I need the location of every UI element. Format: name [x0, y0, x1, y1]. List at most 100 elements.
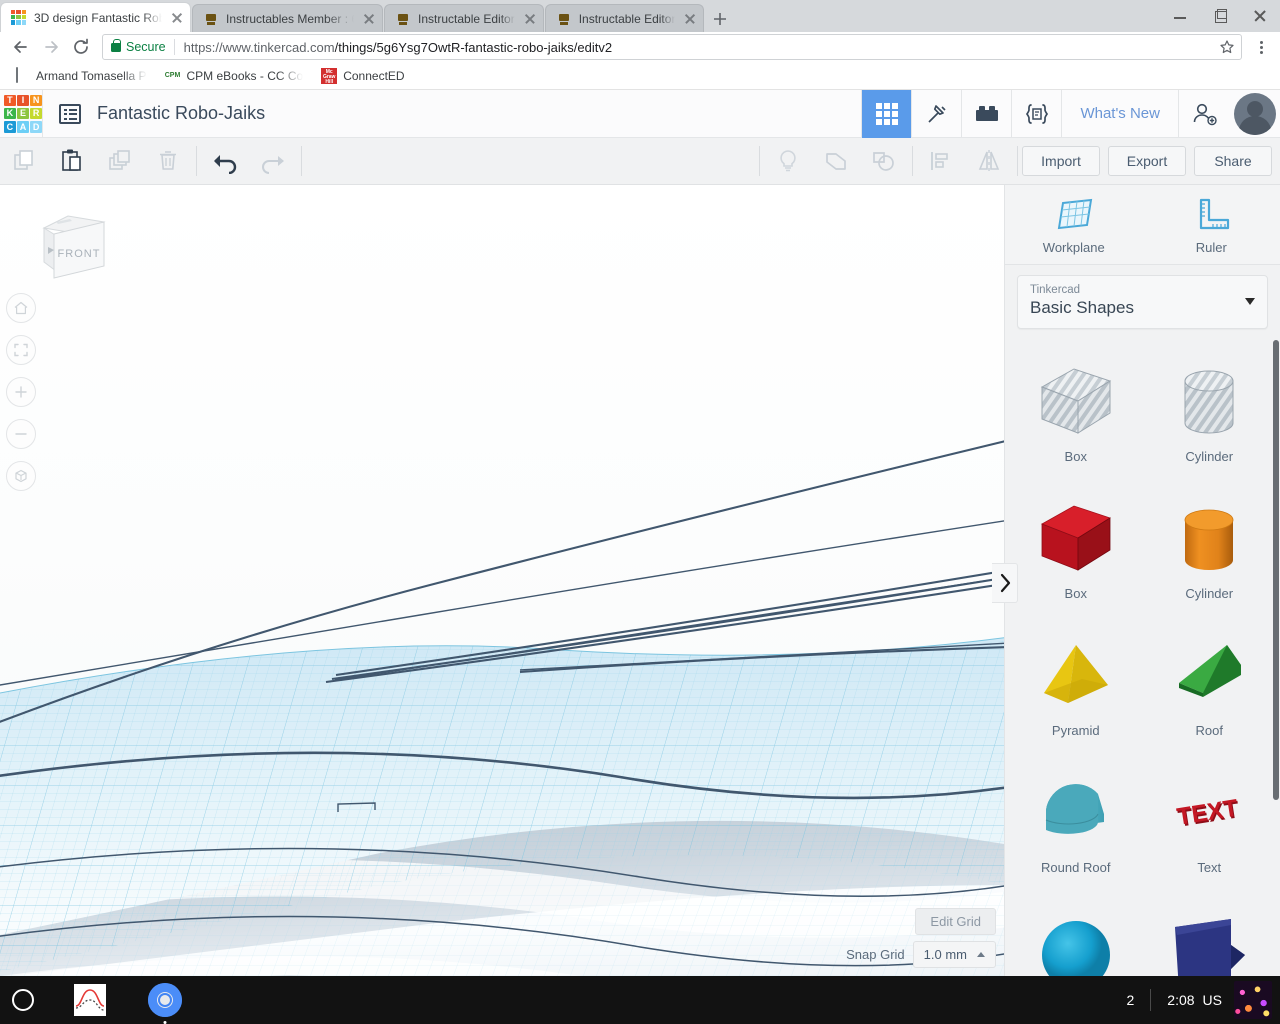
edit-grid-button[interactable]: Edit Grid [915, 908, 996, 935]
lego-brick-icon[interactable] [961, 89, 1011, 138]
bookmark-item[interactable]: Armand Tomasella P [8, 66, 153, 86]
panel-scrollbar-thumb[interactable] [1273, 340, 1279, 800]
chromeos-launcher-icon[interactable] [12, 989, 34, 1011]
language-indicator[interactable]: US [1203, 992, 1234, 1008]
history-actions [201, 138, 297, 185]
browser-tab-label: Instructables Member : 6 [226, 11, 354, 26]
duplicate-icon[interactable] [96, 138, 144, 185]
chevron-down-icon [1245, 297, 1255, 305]
bookmark-star-icon[interactable] [1219, 39, 1235, 55]
shape-label: Round Roof [1041, 860, 1111, 875]
browser-tab-0[interactable]: 3D design Fantastic Rob [0, 2, 191, 32]
library-selector-wrap: Tinkercad Basic Shapes [1005, 265, 1280, 341]
cpm-icon: CPM [164, 71, 181, 79]
avatar[interactable] [1234, 92, 1276, 135]
browser-menu-icon[interactable] [1248, 33, 1274, 61]
share-button[interactable]: Share [1194, 146, 1272, 176]
hatched-box-icon [1032, 359, 1120, 447]
bookmark-item[interactable]: Mc Graw Hill ConnectED [315, 66, 410, 86]
align-icon[interactable] [917, 138, 965, 185]
undo-icon[interactable] [201, 138, 249, 185]
chrome-icon[interactable] [148, 983, 182, 1024]
library-kicker: Tinkercad [1030, 284, 1081, 296]
instructables-favicon [556, 11, 572, 27]
app-header: TINKERCAD Fantastic Robo-Jaiks What's Ne… [0, 89, 1280, 138]
browser-tab-1[interactable]: Instructables Member : 6 [192, 4, 383, 32]
shape-item-pyramid[interactable]: Pyramid [1009, 621, 1143, 758]
shape-item-round-roof[interactable]: Round Roof [1009, 758, 1143, 895]
shape-label: Box [1064, 449, 1087, 464]
close-icon[interactable] [362, 12, 376, 26]
zoom-in-icon[interactable] [6, 377, 36, 407]
design-viewport[interactable]: FRONT Edit Grid Snap Grid 1.0 mm [0, 185, 1004, 976]
reload-icon[interactable] [66, 33, 96, 61]
mirror-icon[interactable] [965, 138, 1013, 185]
shape-item-box-hole[interactable]: Box [1009, 347, 1143, 484]
project-list-icon[interactable] [59, 103, 81, 124]
shape-item-sphere[interactable] [1009, 895, 1143, 976]
shape-label: Cylinder [1185, 449, 1234, 464]
light-bulb-icon[interactable] [764, 138, 812, 185]
ruler-tool[interactable]: Ruler [1143, 185, 1280, 264]
system-tray: 2 2:08 US [1111, 981, 1280, 1019]
window-controls [1160, 0, 1280, 32]
wallpaper-thumbnail[interactable] [1234, 981, 1272, 1019]
cyan-sphere-icon [1032, 907, 1120, 976]
back-arrow-icon[interactable] [6, 33, 36, 61]
shape-item-box-red[interactable]: Box [1009, 484, 1143, 621]
ungroup-icon[interactable] [860, 138, 908, 185]
maximize-icon[interactable] [1200, 0, 1240, 32]
fit-all-icon[interactable] [6, 335, 36, 365]
code-braces-icon[interactable] [1011, 89, 1061, 138]
zoom-out-icon[interactable] [6, 419, 36, 449]
redo-icon[interactable] [249, 138, 297, 185]
close-icon[interactable] [170, 11, 184, 25]
ortho-view-icon[interactable] [6, 461, 36, 491]
browser-tab-label: Instructable Editor [418, 11, 515, 26]
library-value: Basic Shapes [1030, 298, 1134, 317]
close-icon[interactable] [523, 12, 537, 26]
shape-item-wedge[interactable] [1143, 895, 1277, 976]
shape-item-roof[interactable]: Roof [1143, 621, 1277, 758]
close-window-icon[interactable] [1240, 0, 1280, 32]
logo-tile: I [17, 94, 29, 107]
paste-icon[interactable] [48, 138, 96, 185]
export-button[interactable]: Export [1108, 146, 1186, 176]
notification-count[interactable]: 2 [1111, 992, 1151, 1008]
instructables-favicon [395, 11, 411, 27]
tinkercad-logo[interactable]: TIN KER CAD [4, 94, 42, 133]
workplane-tool[interactable]: Workplane [1005, 185, 1143, 264]
ruler-label: Ruler [1195, 240, 1227, 255]
page-title: Fantastic Robo-Jaiks [97, 103, 266, 123]
browser-tab-2[interactable]: Instructable Editor [384, 4, 544, 32]
logo-tile: C [4, 120, 16, 133]
new-tab-button[interactable] [707, 6, 733, 32]
panel-collapse-toggle[interactable] [992, 563, 1018, 603]
snap-grid-select[interactable]: 1.0 mm [912, 941, 996, 968]
group-icon[interactable] [812, 138, 860, 185]
view-cube[interactable]: FRONT [24, 210, 110, 286]
navy-wedge-icon [1165, 907, 1253, 976]
chevron-up-icon [977, 952, 985, 957]
delete-icon[interactable] [144, 138, 192, 185]
orange-cylinder-icon [1165, 496, 1253, 584]
shape-item-text[interactable]: TEXT TEXT Text [1143, 758, 1277, 895]
forward-arrow-icon[interactable] [36, 33, 66, 61]
codeblocks-hammer-icon[interactable] [911, 89, 961, 138]
shape-item-cylinder-hole[interactable]: Cylinder [1143, 347, 1277, 484]
shape-library-select[interactable]: Tinkercad Basic Shapes [1017, 275, 1268, 329]
close-icon[interactable] [683, 12, 697, 26]
bookmark-item[interactable]: CPM CPM eBooks - CC Co [159, 66, 310, 86]
chart-app-icon[interactable] [74, 984, 106, 1016]
shape-item-cylinder-orange[interactable]: Cylinder [1143, 484, 1277, 621]
import-button[interactable]: Import [1022, 146, 1100, 176]
clock[interactable]: 2:08 [1151, 992, 1202, 1008]
add-user-icon[interactable] [1178, 89, 1228, 138]
address-bar[interactable]: Secure https://www.tinkercad.com/things/… [102, 34, 1242, 60]
minimize-icon[interactable] [1160, 0, 1200, 32]
home-view-icon[interactable] [6, 293, 36, 323]
browser-tab-3[interactable]: Instructable Editor [544, 4, 705, 32]
copy-icon[interactable] [0, 138, 48, 185]
grid-view-icon[interactable] [861, 89, 912, 138]
whats-new-link[interactable]: What's New [1061, 89, 1178, 138]
